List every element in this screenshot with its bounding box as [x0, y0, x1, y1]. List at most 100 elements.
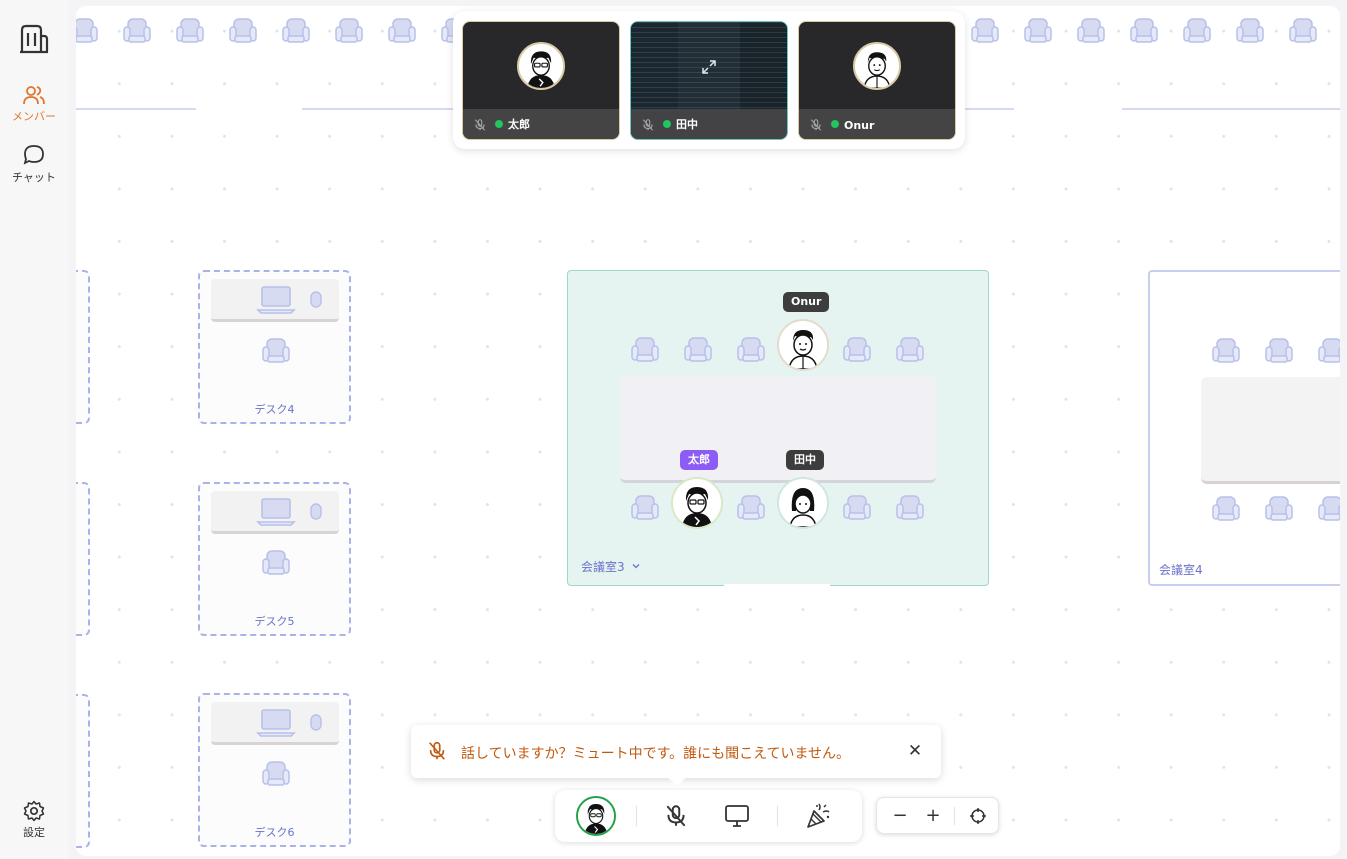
- close-button[interactable]: ✕: [903, 739, 927, 763]
- online-status-dot: [495, 120, 503, 128]
- participant-avatar: [853, 42, 901, 90]
- desk-partial[interactable]: [76, 694, 90, 848]
- online-status-dot: [663, 120, 671, 128]
- seat-icon[interactable]: [261, 548, 291, 578]
- seat-icon[interactable]: [842, 493, 872, 523]
- seat-icon[interactable]: [1129, 16, 1159, 46]
- screen-share-button[interactable]: [721, 800, 753, 832]
- avatar-taro[interactable]: [671, 477, 723, 529]
- seat-icon[interactable]: [1211, 494, 1241, 524]
- meeting-room-3[interactable]: Onur 太郎 田中 会議室3: [567, 270, 989, 587]
- seat-icon[interactable]: [630, 493, 660, 523]
- seat-icon[interactable]: [1076, 16, 1106, 46]
- seat-icon[interactable]: [1264, 336, 1294, 366]
- divider-line: [76, 108, 196, 110]
- person-avatar-icon: [673, 479, 721, 527]
- sidebar-item-members[interactable]: メンバー: [0, 84, 68, 124]
- meeting-room-4[interactable]: 会議室4: [1148, 270, 1340, 586]
- seat-icon[interactable]: [1264, 494, 1294, 524]
- recenter-button[interactable]: [964, 802, 992, 830]
- seat-icon[interactable]: [175, 16, 205, 46]
- settings-label: 設定: [23, 826, 45, 839]
- mouse-icon: [309, 290, 323, 310]
- seat-icon[interactable]: [683, 335, 713, 365]
- tile-info-bar: 田中: [631, 109, 787, 139]
- seat-icon[interactable]: [895, 335, 925, 365]
- seat-icon[interactable]: [1317, 336, 1340, 366]
- desk-partial[interactable]: [76, 482, 90, 636]
- desk-label: デスク6: [254, 826, 295, 839]
- seat-icon[interactable]: [1023, 16, 1053, 46]
- video-tile-onur[interactable]: Onur: [798, 21, 956, 140]
- room-4-label[interactable]: 会議室4: [1159, 561, 1203, 578]
- seat-icon[interactable]: [261, 759, 291, 789]
- reaction-button[interactable]: [802, 800, 834, 832]
- zoom-controls: − +: [876, 797, 999, 834]
- video-tile-tanaka-screen[interactable]: 田中: [630, 21, 788, 140]
- desk-label: デスク4: [254, 403, 295, 416]
- mic-off-icon: [809, 118, 823, 132]
- divider-line: [302, 108, 454, 110]
- desk-5[interactable]: デスク5: [198, 482, 351, 636]
- seat-icon[interactable]: [1182, 16, 1212, 46]
- name-tag-tanaka: 田中: [786, 450, 824, 470]
- participant-name: 太郎: [508, 118, 530, 131]
- seat-icon[interactable]: [1235, 16, 1265, 46]
- mouse-icon: [309, 502, 323, 522]
- desk-table: [211, 491, 339, 534]
- seat-icon[interactable]: [334, 16, 364, 46]
- room-door: [724, 584, 830, 587]
- seat-icon[interactable]: [736, 493, 766, 523]
- seat-icon[interactable]: [970, 16, 1000, 46]
- seat-icon[interactable]: [842, 335, 872, 365]
- office-logo-button[interactable]: [0, 22, 68, 58]
- seat-icon[interactable]: [1211, 336, 1241, 366]
- members-label: メンバー: [12, 110, 56, 123]
- desk-partial[interactable]: [76, 270, 90, 424]
- laptop-icon: [256, 283, 296, 315]
- room-3-label[interactable]: 会議室3: [581, 558, 641, 575]
- seat-icon[interactable]: [387, 16, 417, 46]
- my-avatar-button[interactable]: [576, 796, 616, 836]
- seat-icon[interactable]: [736, 335, 766, 365]
- person-avatar-icon: [855, 44, 899, 88]
- name-tag-onur: Onur: [783, 292, 830, 312]
- meeting-table: [1201, 377, 1340, 484]
- video-strip: 太郎 田中 Onur: [453, 11, 965, 149]
- seat-icon[interactable]: [895, 493, 925, 523]
- seat-icon[interactable]: [228, 16, 258, 46]
- avatar-tanaka[interactable]: [777, 477, 829, 529]
- avatar-onur[interactable]: [777, 319, 829, 371]
- zoom-in-button[interactable]: +: [919, 802, 947, 830]
- desk-6[interactable]: デスク6: [198, 693, 351, 847]
- mute-warning-toast: 話していますか？ミュート中です。誰にも聞こえていません。 ✕: [411, 725, 941, 787]
- seat-icon[interactable]: [122, 16, 152, 46]
- zoom-out-button[interactable]: −: [886, 802, 914, 830]
- desk-label: デスク5: [254, 615, 295, 628]
- video-tile-taro[interactable]: 太郎: [462, 21, 620, 140]
- mic-off-icon: [473, 118, 487, 132]
- chat-bubble-icon: [23, 145, 44, 165]
- expand-icon[interactable]: [700, 58, 718, 76]
- seat-icon[interactable]: [1317, 494, 1340, 524]
- desk-4[interactable]: デスク4: [198, 270, 351, 424]
- mic-off-icon: [663, 803, 689, 829]
- laptop-icon: [256, 495, 296, 527]
- toolbar-divider: [636, 806, 637, 826]
- divider-line: [1122, 108, 1340, 110]
- tile-info-bar: 太郎: [463, 109, 619, 139]
- seat-icon[interactable]: [630, 335, 660, 365]
- seat-icon[interactable]: [261, 336, 291, 366]
- person-avatar-icon: [779, 479, 827, 527]
- seat-icon[interactable]: [281, 16, 311, 46]
- seat-icon[interactable]: [1288, 16, 1318, 46]
- mic-toggle-button[interactable]: [660, 800, 692, 832]
- members-icon: [23, 86, 45, 105]
- sidebar-item-settings[interactable]: 設定: [0, 800, 68, 840]
- sidebar-item-chat[interactable]: チャット: [0, 143, 68, 185]
- seat-icon[interactable]: [76, 16, 99, 46]
- chevron-down-icon: [633, 564, 640, 569]
- mic-off-icon: [426, 740, 448, 762]
- divider-line: [964, 108, 1014, 110]
- zoom-divider: [954, 807, 955, 825]
